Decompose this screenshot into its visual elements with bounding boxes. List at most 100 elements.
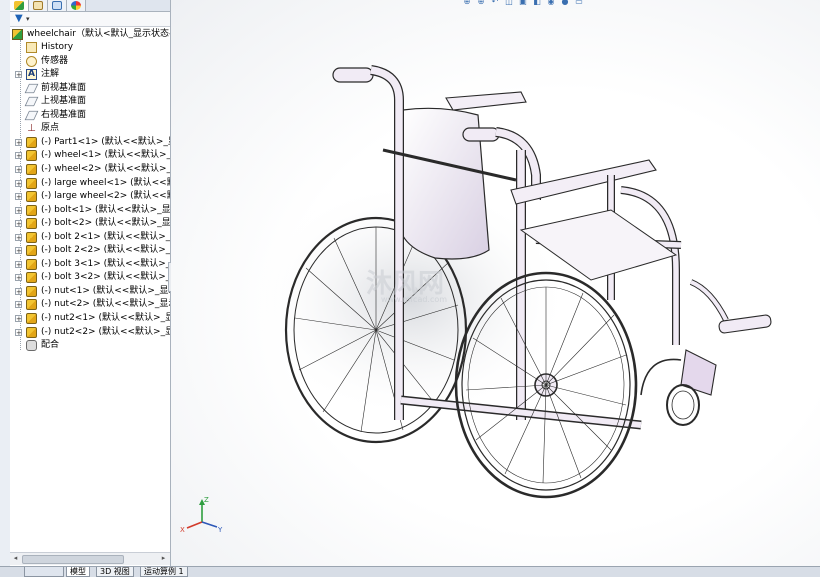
- tree-item-label: History: [41, 42, 74, 52]
- horizontal-scrollbar[interactable]: ◂ ▸: [10, 552, 170, 565]
- tree-item[interactable]: + (-) bolt 2<2> (默认<<默认>_显: [10, 244, 170, 257]
- tree-item[interactable]: + (-) bolt 2<1> (默认<<默认>_显: [10, 231, 170, 244]
- tree-root[interactable]: wheelchair（默认<默认_显示状态-: [10, 28, 170, 41]
- scroll-right-icon[interactable]: ▸: [159, 554, 168, 563]
- tab-display-manager[interactable]: [67, 0, 86, 11]
- reference-triad: Z X Y: [180, 496, 223, 534]
- tree-item-label: (-) Part1<1> (默认<<默认>_显: [41, 136, 170, 147]
- sensor-icon: [26, 55, 37, 67]
- tree-item-label: (-) bolt 3<2> (默认<<默认>_显: [41, 272, 170, 283]
- expand-toggle-icon[interactable]: +: [15, 274, 22, 282]
- tree-item-label: (-) bolt 2<2> (默认<<默认>_显: [41, 245, 170, 256]
- expand-toggle-icon[interactable]: +: [15, 328, 22, 336]
- tree-item[interactable]: + (-) nut<1> (默认<<默认>_显示: [10, 285, 170, 298]
- expand-toggle-icon[interactable]: +: [15, 301, 22, 309]
- tree-item[interactable]: + (-) nut2<2> (默认<<默认>_显示: [10, 326, 170, 339]
- part-icon: [26, 218, 37, 230]
- part-icon: [26, 204, 37, 216]
- tree-item-label: (-) bolt 3<1> (默认<<默认>_显: [41, 258, 170, 269]
- tree-filter-bar[interactable]: ▼ ▾: [10, 12, 170, 27]
- part-icon: [26, 191, 37, 203]
- tree-item-label: 传感器: [41, 55, 69, 66]
- tree-item[interactable]: + A 注解: [10, 68, 170, 81]
- footrest: [680, 279, 772, 396]
- tree-item-label: (-) wheel<2> (默认<<默认>_显: [41, 163, 170, 174]
- part-icon: [26, 163, 37, 175]
- expand-toggle-icon[interactable]: +: [15, 287, 22, 295]
- tree-item-label: (-) nut2<1> (默认<<默认>_显示: [41, 313, 170, 323]
- tab-feature-tree[interactable]: [10, 0, 29, 11]
- display-manager-icon: [71, 1, 81, 10]
- tree-item-label: (-) nut2<2> (默认<<默认>_显示: [41, 326, 170, 337]
- expand-toggle-icon[interactable]: +: [15, 165, 22, 173]
- tree-item[interactable]: History: [10, 41, 170, 54]
- annotation-icon: A: [26, 69, 37, 81]
- scroll-left-icon[interactable]: ◂: [11, 554, 20, 563]
- tab-property-manager[interactable]: [29, 0, 48, 11]
- expand-toggle-icon[interactable]: +: [15, 315, 22, 323]
- plane-icon: [24, 110, 39, 120]
- tree-item[interactable]: 上视基准面: [10, 95, 170, 108]
- expand-toggle-icon[interactable]: +: [15, 179, 22, 187]
- tree-item[interactable]: + (-) bolt 3<2> (默认<<默认>_显: [10, 271, 170, 284]
- tree-item-label: (-) large wheel<1> (默认<<默: [41, 177, 170, 188]
- tree-item-label: (-) bolt 2<1> (默认<<默认>_显: [41, 231, 170, 242]
- tree-item[interactable]: + (-) wheel<1> (默认<<默认>_显: [10, 149, 170, 162]
- expand-toggle-icon[interactable]: +: [15, 152, 22, 160]
- part-icon: [26, 136, 37, 148]
- tree-item-label: 配合: [41, 340, 60, 351]
- filter-icon[interactable]: ▼: [15, 13, 23, 25]
- graphics-area[interactable]: ⊕ ⊕ ↶ ◫ ▣ ◧ ◉ ● ▭ 沐风网 www.mfcad.com Z X …: [171, 0, 820, 566]
- expand-toggle-icon[interactable]: +: [15, 71, 22, 79]
- bottom-tab-bar: 模型 3D 视图 运动算例 1: [0, 566, 820, 577]
- tree-item-label: 上视基准面: [41, 96, 87, 107]
- triad-x-label: X: [180, 526, 185, 534]
- history-icon: [26, 42, 37, 53]
- tree-item[interactable]: + (-) bolt<2> (默认<<默认>_显示: [10, 217, 170, 230]
- tree-item-label: 注解: [41, 69, 60, 80]
- tree-item[interactable]: + (-) wheel<2> (默认<<默认>_显: [10, 163, 170, 176]
- expand-toggle-icon[interactable]: +: [15, 233, 22, 241]
- tree-root-label: wheelchair（默认<默认_显示状态-: [27, 29, 170, 39]
- tree-item-label: (-) bolt<1> (默认<<默认>_显示: [41, 204, 170, 215]
- tree-item[interactable]: 前视基准面: [10, 82, 170, 95]
- part-icon: [26, 150, 37, 162]
- part-icon: [26, 299, 37, 311]
- expand-toggle-icon[interactable]: +: [15, 206, 22, 214]
- expand-toggle-icon[interactable]: +: [15, 138, 22, 146]
- tree-item[interactable]: + (-) bolt 3<1> (默认<<默认>_显: [10, 258, 170, 271]
- tree-item[interactable]: + (-) nut<2> (默认<<默认>_显示: [10, 298, 170, 311]
- origin-icon: ⊥: [27, 123, 36, 135]
- tree-item[interactable]: 配合: [10, 339, 170, 352]
- part-icon: [26, 313, 37, 324]
- expand-toggle-icon[interactable]: +: [15, 220, 22, 228]
- tree-item[interactable]: + (-) nut2<1> (默认<<默认>_显示: [10, 312, 170, 325]
- tree-item[interactable]: + (-) large wheel<1> (默认<<默: [10, 177, 170, 190]
- tree-item-label: (-) large wheel<2> (默认<<默: [41, 191, 170, 202]
- plane-icon: [24, 83, 39, 93]
- tree-item-label: 前视基准面: [41, 82, 87, 93]
- part-icon: [26, 258, 37, 270]
- tree-item[interactable]: + (-) bolt<1> (默认<<默认>_显示: [10, 204, 170, 217]
- tree-item[interactable]: + (-) Part1<1> (默认<<默认>_显: [10, 136, 170, 149]
- tree-item-label: (-) wheel<1> (默认<<默认>_显: [41, 150, 170, 161]
- part-icon: [26, 285, 37, 297]
- plane-icon: [24, 97, 39, 107]
- filter-dropdown-arrow-icon[interactable]: ▾: [26, 14, 30, 24]
- expand-toggle-icon[interactable]: +: [15, 193, 22, 201]
- assembly-icon: [12, 29, 23, 40]
- expand-toggle-icon[interactable]: +: [15, 247, 22, 255]
- mates-icon: [26, 340, 37, 352]
- tree-item[interactable]: ⊥ 原点: [10, 122, 170, 135]
- tab-configuration-manager[interactable]: [48, 0, 67, 11]
- tree-item[interactable]: 传感器: [10, 55, 170, 68]
- scrollbar-thumb[interactable]: [22, 555, 124, 564]
- expand-toggle-icon[interactable]: +: [15, 260, 22, 268]
- tree-item[interactable]: + (-) large wheel<2> (默认<<默: [10, 190, 170, 203]
- feature-manager-panel: ▼ ▾ wheelchair（默认<默认_显示状态- History 传感器 + A 注…: [10, 0, 171, 576]
- property-manager-icon: [33, 1, 43, 10]
- tree-item-label: (-) nut<1> (默认<<默认>_显示: [41, 285, 170, 296]
- feature-tree: wheelchair（默认<默认_显示状态- History 传感器 + A 注解前视基…: [10, 28, 170, 552]
- tree-item[interactable]: 右视基准面: [10, 109, 170, 122]
- tree-item-label: 原点: [41, 123, 60, 134]
